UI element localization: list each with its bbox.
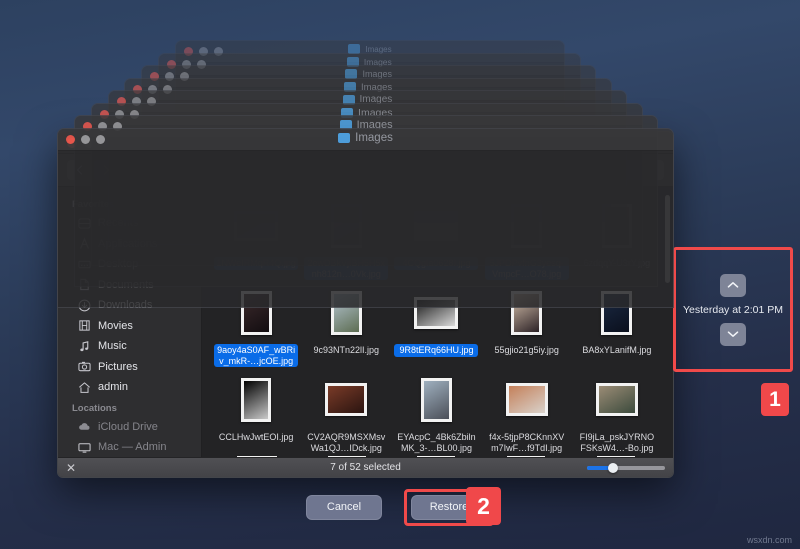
stacked-window-title-text: Images [355,132,393,144]
file-name-label: FI9jLa_pskJYRNOFSKsW4…-Bo.jpg [575,431,659,454]
annotation-badge-1: 1 [761,383,789,416]
watermark: wsxdn.com [747,535,792,545]
sidebar-item-icloud-drive[interactable]: iCloud Drive [58,417,201,438]
stacked-window-titlebar: Images [58,129,673,151]
stacked-window-body [58,151,673,308]
sidebar-item-label: iCloud Drive [98,421,158,433]
file-thumbnail [506,383,548,416]
timeline-date-label: Yesterday at 2:01 PM [683,304,783,316]
file-name-label: 9aoy4aS0AF_wBRiv_mkR-…jcOE.jpg [214,344,298,367]
file-item[interactable]: EYAcpC_4Bk6ZbilnMK_3-…BL00.jpg [392,369,480,456]
thumbnail-size-slider[interactable] [587,466,665,470]
file-name-label: 9c93NTn22lI.jpg [304,344,388,357]
sidebar-item-pictures[interactable]: Pictures [58,357,201,378]
movies-icon [78,319,91,332]
file-name-label: 55gjio21g5iy.jpg [485,344,569,357]
file-name-label: CV2AQR9MSXMsvWa1QJ…IDck.jpg [304,431,388,454]
thumbnail-container [596,372,638,427]
sidebar-item-admin[interactable]: admin [58,377,201,398]
sidebar-item-movies[interactable]: Movies [58,316,201,337]
stacked-window-title: Images [58,132,673,144]
home-icon [78,381,91,394]
sidebar-item-mac-admin[interactable]: Mac — Admin [58,437,201,457]
slider-knob[interactable] [608,463,618,473]
file-item[interactable]: CV2AQR9MSXMsvWa1QJ…IDck.jpg [302,369,390,456]
time-machine-timeline-panel: Yesterday at 2:01 PM [673,247,793,372]
sidebar-item-label: Mac — Admin [98,441,166,453]
thumbnail-container [241,372,271,427]
folder-icon [338,133,350,143]
file-name-label: EYAcpC_4Bk6ZbilnMK_3-…BL00.jpg [394,431,478,454]
file-item[interactable]: f4x-5tjpP8CKnnXVm7IwF…f9TdI.jpg [483,369,571,456]
sidebar-item-label: Pictures [98,361,138,373]
music-note-icon [78,340,91,353]
annotation-badge-2: 2 [466,487,501,525]
screen: ImagesImagesImagesImagesImagesImagesImag… [0,0,800,549]
sidebar-section-header: Locations [58,398,201,417]
file-thumbnail [325,383,367,416]
sidebar-item-label: Music [98,340,127,352]
timeline-up-button[interactable] [720,274,746,297]
camera-pictures-icon [78,360,91,373]
file-name-label: f4x-5tjpP8CKnnXVm7IwF…f9TdI.jpg [485,431,569,454]
display-icon [78,441,91,454]
file-thumbnail [241,378,271,422]
file-name-label: BA8xYLanifM.jpg [575,344,659,357]
status-bar: ✕ 7 of 52 selected [58,457,673,477]
stacked-window[interactable]: Images [57,128,674,308]
file-name-label: 9R8tERq66HU.jpg [394,344,478,357]
file-name-label: CCLHwJwtEOI.jpg [214,431,298,444]
cancel-button[interactable]: Cancel [306,495,382,520]
sidebar-item-label: admin [98,381,128,393]
sidebar-item-label: Movies [98,320,133,332]
thumbnail-container [421,372,452,427]
action-bar: Cancel Restore [0,486,800,528]
file-item[interactable]: FI9jLa_pskJYRNOFSKsW4…-Bo.jpg [573,369,661,456]
timeline-down-button[interactable] [720,323,746,346]
file-thumbnail [421,378,452,422]
selection-status-text: 7 of 52 selected [58,462,673,473]
sidebar-item-music[interactable]: Music [58,336,201,357]
cloud-icon [78,420,91,433]
thumbnail-container [325,372,367,427]
file-thumbnail [596,383,638,416]
file-item[interactable]: CCLHwJwtEOI.jpg [212,369,300,456]
thumbnail-container [506,372,548,427]
